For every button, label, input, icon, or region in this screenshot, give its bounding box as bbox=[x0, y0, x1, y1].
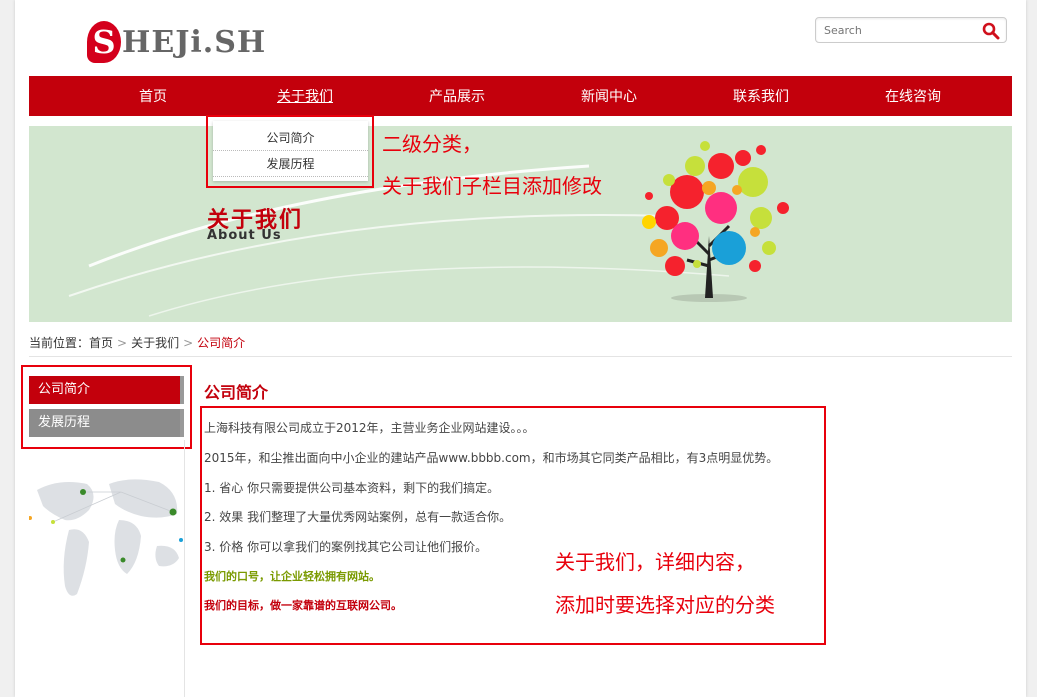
logo-mark: S bbox=[87, 21, 121, 63]
logo-wordmark: HEJi.SH bbox=[122, 24, 267, 60]
nav-item-products[interactable]: 产品展示 bbox=[381, 86, 533, 106]
main-nav: 首页 关于我们 产品展示 新闻中心 联系我们 在线咨询 bbox=[29, 76, 1012, 116]
page-container: S HEJi.SH 首页 关于我们 产品展示 新闻中心 联系我们 在线咨询 关于… bbox=[15, 0, 1026, 697]
breadcrumb-current: 公司简介 bbox=[197, 336, 246, 350]
search-box bbox=[815, 17, 1007, 43]
banner-subtitle: About Us bbox=[207, 228, 282, 243]
nav-item-about[interactable]: 关于我们 bbox=[229, 86, 381, 106]
nav-item-contact[interactable]: 联系我们 bbox=[685, 86, 837, 106]
breadcrumb-separator: > bbox=[183, 336, 194, 350]
annotation-content-line1: 关于我们，详细内容， bbox=[555, 550, 755, 574]
annotation-content-line2: 添加时要选择对应的分类 bbox=[555, 593, 775, 617]
breadcrumb-parent[interactable]: 关于我们 bbox=[131, 336, 179, 350]
annotation-box-sidebar bbox=[21, 365, 192, 449]
world-map-graphic bbox=[29, 479, 183, 596]
annotation-box-submenu bbox=[206, 115, 374, 188]
search-icon[interactable] bbox=[982, 22, 1000, 40]
breadcrumb-separator: > bbox=[117, 336, 128, 350]
breadcrumb-prefix: 当前位置： bbox=[29, 336, 90, 350]
content-title: 公司简介 bbox=[204, 383, 269, 402]
annotation-submenu-line1: 二级分类， bbox=[382, 132, 482, 156]
site-logo[interactable]: S HEJi.SH bbox=[87, 20, 266, 64]
annotation-submenu-line2: 关于我们子栏目添加修改 bbox=[382, 174, 602, 198]
breadcrumb: 当前位置：首页 > 关于我们 > 公司简介 bbox=[29, 334, 245, 351]
nav-item-news[interactable]: 新闻中心 bbox=[533, 86, 685, 106]
search-input[interactable] bbox=[816, 18, 976, 42]
about-banner: 关于我们 About Us bbox=[29, 126, 1012, 322]
banner-swoosh bbox=[68, 164, 730, 317]
nav-item-consult[interactable]: 在线咨询 bbox=[837, 86, 989, 106]
colorful-tree-graphic bbox=[642, 141, 789, 302]
nav-item-home[interactable]: 首页 bbox=[77, 86, 229, 106]
breadcrumb-divider bbox=[29, 356, 1012, 357]
sidebar-divider bbox=[184, 440, 185, 697]
breadcrumb-home[interactable]: 首页 bbox=[89, 336, 113, 350]
